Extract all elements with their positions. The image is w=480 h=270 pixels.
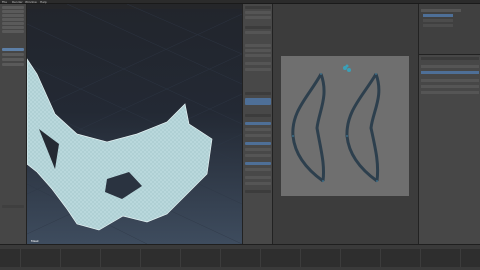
mask-mesh[interactable]: Mask bbox=[27, 4, 242, 244]
tool-button[interactable] bbox=[2, 53, 24, 56]
uv-island-left[interactable] bbox=[291, 73, 326, 183]
material-row[interactable] bbox=[421, 91, 479, 94]
panel-mesh-display[interactable] bbox=[245, 114, 271, 117]
panel-row[interactable] bbox=[245, 128, 271, 131]
properties-editor bbox=[418, 54, 480, 244]
tool-tab-create[interactable] bbox=[2, 10, 24, 13]
panel-row[interactable] bbox=[245, 182, 271, 185]
timeline-tick bbox=[100, 249, 101, 267]
timeline-tick bbox=[340, 249, 341, 267]
panel-row[interactable] bbox=[245, 54, 271, 57]
properties-n-panel bbox=[242, 4, 272, 244]
panel-row[interactable] bbox=[245, 148, 271, 151]
panel-toggle[interactable] bbox=[245, 122, 271, 125]
tool-shelf bbox=[0, 4, 27, 244]
material-slot[interactable] bbox=[421, 65, 479, 68]
panel-row[interactable] bbox=[245, 62, 271, 65]
timeline-tick bbox=[220, 249, 221, 267]
panel-display[interactable] bbox=[245, 92, 271, 95]
uv-islands[interactable] bbox=[281, 56, 409, 196]
timeline-tick bbox=[260, 249, 261, 267]
panel-3d-cursor[interactable] bbox=[245, 26, 271, 29]
outliner-row-selected[interactable] bbox=[423, 14, 453, 17]
timeline-tick bbox=[460, 249, 461, 267]
panel-toggle[interactable] bbox=[245, 142, 271, 145]
timeline-tick bbox=[180, 249, 181, 267]
timeline-tick bbox=[380, 249, 381, 267]
uv-image-canvas[interactable] bbox=[281, 56, 409, 196]
tool-tab-tools[interactable] bbox=[2, 6, 24, 9]
timeline[interactable] bbox=[0, 244, 480, 270]
material-selected[interactable] bbox=[421, 71, 479, 74]
panel-row[interactable] bbox=[245, 11, 271, 14]
tool-button[interactable] bbox=[2, 63, 24, 66]
outliner-row-scene[interactable] bbox=[421, 9, 461, 12]
material-row[interactable] bbox=[421, 79, 479, 82]
timeline-tick bbox=[300, 249, 301, 267]
tool-tab-options[interactable] bbox=[2, 30, 24, 33]
panel-shading-button[interactable] bbox=[245, 98, 271, 105]
panel-view[interactable] bbox=[245, 6, 271, 9]
panel-row[interactable] bbox=[245, 44, 271, 47]
material-row[interactable] bbox=[421, 85, 479, 88]
panel-row[interactable] bbox=[245, 16, 271, 19]
panel-row[interactable] bbox=[245, 68, 271, 71]
uv-island-right[interactable] bbox=[345, 73, 381, 183]
tool-button[interactable] bbox=[2, 58, 24, 61]
outliner bbox=[418, 4, 480, 54]
timeline-tick bbox=[140, 249, 141, 267]
panel-background-images[interactable] bbox=[245, 190, 271, 193]
panel-row[interactable] bbox=[245, 168, 271, 171]
outliner-row[interactable] bbox=[423, 24, 453, 27]
panel-row[interactable] bbox=[245, 49, 271, 52]
panel-row[interactable] bbox=[245, 134, 271, 137]
outliner-row[interactable] bbox=[423, 19, 453, 22]
viewport-object-label: Mask bbox=[31, 239, 39, 243]
panel-row[interactable] bbox=[245, 176, 271, 179]
timeline-track[interactable] bbox=[0, 249, 480, 267]
timeline-tick bbox=[60, 249, 61, 267]
uv-image-editor[interactable] bbox=[272, 4, 418, 244]
panel-row[interactable] bbox=[245, 154, 271, 157]
tool-tab-grease-pencil[interactable] bbox=[2, 26, 24, 29]
timeline-tick bbox=[20, 249, 21, 267]
tool-tab-animation[interactable] bbox=[2, 18, 24, 21]
panel-toggle[interactable] bbox=[245, 162, 271, 165]
3d-viewport[interactable]: Mask bbox=[27, 4, 242, 244]
timeline-tick bbox=[420, 249, 421, 267]
properties-tabs[interactable] bbox=[421, 57, 479, 60]
tool-button-active[interactable] bbox=[2, 48, 24, 51]
tool-tab-relations[interactable] bbox=[2, 14, 24, 17]
panel-row[interactable] bbox=[245, 31, 271, 34]
tool-tab-physics[interactable] bbox=[2, 22, 24, 25]
uv-selected-cluster[interactable] bbox=[343, 64, 351, 73]
operator-panel[interactable] bbox=[2, 205, 24, 208]
